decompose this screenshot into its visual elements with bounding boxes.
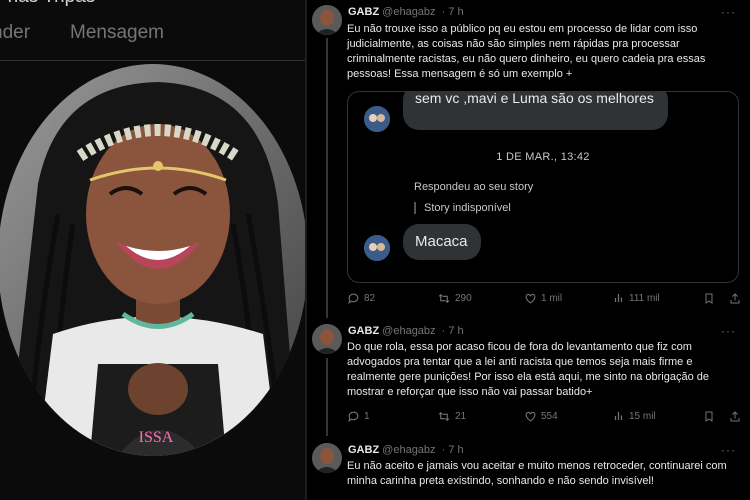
- thread-connector: [326, 358, 328, 436]
- tweet-text: Eu não aceito e jamais vou aceitar e mui…: [347, 460, 727, 487]
- views-count: 111 mil: [629, 292, 660, 304]
- dm-screenshot[interactable]: sem vc ,mavi e Luma são os melhores 1 DE…: [347, 91, 739, 283]
- profile-bio-fragment: r nas Tripas: [0, 0, 95, 8]
- profile-panel: r nas Tripas nder Mensagem: [0, 0, 305, 500]
- tweet-header: GABZ @ehagabz · 7 h: [348, 325, 464, 337]
- tweet-time[interactable]: · 7 h: [442, 325, 464, 337]
- retweet-button[interactable]: 21: [437, 410, 466, 423]
- author-handle[interactable]: @ehagabz: [382, 6, 435, 18]
- author-avatar[interactable]: [312, 324, 342, 354]
- retweet-button[interactable]: 290: [437, 292, 472, 305]
- dm-message-top: sem vc ,mavi e Luma são os melhores: [403, 91, 668, 130]
- like-count: 554: [541, 411, 558, 422]
- tweet-actions: 1 21 554 15 mil: [347, 410, 747, 426]
- tweet-2[interactable]: GABZ @ehagabz · 7 h ··· Do que rola, essa…: [307, 318, 750, 436]
- tab-message[interactable]: Mensagem: [70, 22, 164, 44]
- tweet-text: Do que rola, essa por acaso ficou de for…: [347, 341, 709, 398]
- retweet-count: 21: [455, 411, 467, 422]
- bookmark-icon: [705, 411, 713, 422]
- share-button[interactable]: [729, 292, 741, 305]
- views-count: 15 mil: [629, 410, 656, 422]
- views-icon: [614, 412, 623, 420]
- like-button[interactable]: 1 mil: [524, 292, 562, 305]
- shirt-print: ISSA: [139, 429, 174, 446]
- author-avatar[interactable]: [312, 5, 342, 35]
- header-divider: [0, 60, 305, 61]
- reply-icon: [348, 411, 359, 423]
- author-handle[interactable]: @ehagabz: [382, 325, 435, 337]
- avatar-image: [312, 443, 342, 473]
- avatar-image: [312, 324, 342, 354]
- bookmark-button[interactable]: [703, 410, 715, 423]
- reply-button[interactable]: 82: [347, 292, 375, 305]
- more-icon[interactable]: ···: [721, 443, 736, 457]
- heart-icon: [525, 293, 536, 304]
- tweet-thread: GABZ @ehagabz · 7 h ··· Eu não trouxe iss…: [307, 0, 750, 500]
- like-button[interactable]: 554: [524, 410, 558, 423]
- retweet-icon: [438, 411, 450, 422]
- author-name[interactable]: GABZ: [348, 444, 379, 456]
- tweet-actions: 82 290 1 mil 111 mil: [347, 292, 747, 308]
- author-name[interactable]: GABZ: [348, 6, 379, 18]
- profile-avatar[interactable]: ISSA: [0, 64, 305, 456]
- dm-avatar-image: [364, 235, 390, 261]
- dm-avatar: [364, 235, 390, 261]
- like-count: 1 mil: [541, 293, 563, 304]
- share-button[interactable]: [729, 410, 741, 423]
- reply-button[interactable]: 1: [347, 410, 370, 423]
- tweet-text: Eu não trouxe isso a público pq eu estou…: [347, 23, 706, 80]
- tab-follow[interactable]: nder: [0, 22, 30, 44]
- views-icon: [614, 294, 623, 302]
- avatar-image: [312, 5, 342, 35]
- tweet-time[interactable]: · 7 h: [442, 6, 464, 18]
- share-icon: [730, 293, 740, 304]
- reply-count: 82: [364, 293, 376, 304]
- reply-count: 1: [364, 411, 370, 422]
- dm-message-last-text: Macaca: [415, 233, 468, 250]
- author-avatar[interactable]: [312, 443, 342, 473]
- views-button[interactable]: 15 mil: [613, 410, 656, 422]
- tweet-1[interactable]: GABZ @ehagabz · 7 h ··· Eu não trouxe iss…: [307, 0, 750, 318]
- tweet-header: GABZ @ehagabz · 7 h: [348, 444, 464, 456]
- thread-connector: [326, 38, 328, 318]
- more-icon[interactable]: ···: [721, 324, 736, 338]
- profile-header: r nas Tripas nder Mensagem: [0, 0, 305, 62]
- tweet-time[interactable]: · 7 h: [442, 444, 464, 456]
- dm-story-unavailable: Story indisponível: [414, 202, 511, 214]
- tweet-header: GABZ @ehagabz · 7 h: [348, 6, 464, 18]
- retweet-count: 290: [455, 293, 472, 304]
- dm-date: 1 DE MAR., 13:42: [496, 151, 590, 163]
- dm-avatar-image: [364, 106, 390, 132]
- share-icon: [730, 411, 740, 422]
- dm-avatar: [364, 106, 390, 132]
- bookmark-icon: [705, 293, 713, 304]
- author-handle[interactable]: @ehagabz: [382, 444, 435, 456]
- author-name[interactable]: GABZ: [348, 325, 379, 337]
- retweet-icon: [438, 293, 450, 304]
- views-button[interactable]: 111 mil: [613, 292, 660, 304]
- dm-message-last: Macaca: [403, 224, 481, 260]
- dm-replied-label: Respondeu ao seu story: [414, 181, 534, 193]
- reply-icon: [348, 293, 359, 305]
- more-icon[interactable]: ···: [721, 5, 736, 19]
- dm-message-top-text: sem vc ,mavi e Luma são os melhores: [415, 91, 654, 106]
- profile-photo: ISSA: [0, 64, 305, 456]
- bookmark-button[interactable]: [703, 292, 715, 305]
- heart-icon: [525, 411, 536, 422]
- tweet-3[interactable]: GABZ @ehagabz · 7 h ··· Eu não aceito e j…: [307, 436, 750, 500]
